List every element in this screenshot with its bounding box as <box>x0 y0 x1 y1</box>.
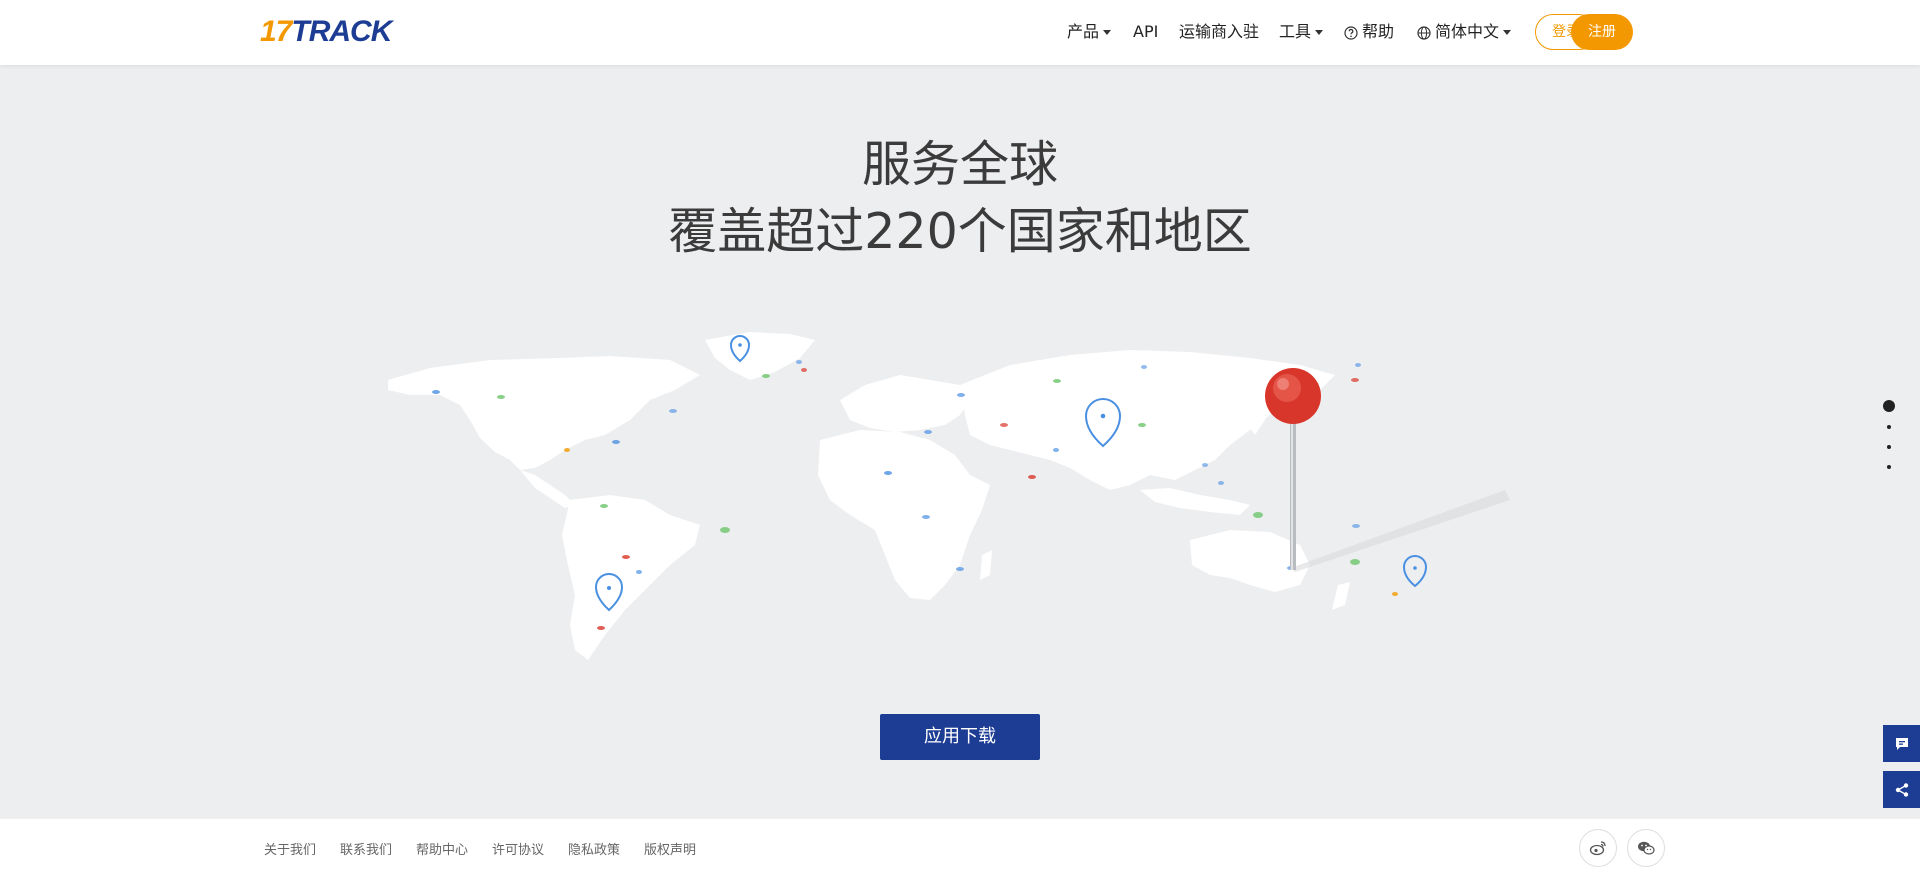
nav-tools[interactable]: 工具 <box>1279 20 1324 44</box>
chat-icon <box>1895 737 1908 750</box>
pagination-dot-3[interactable] <box>1887 445 1891 449</box>
continent-europe <box>840 375 970 432</box>
globe-icon <box>1417 25 1431 40</box>
app-download-button[interactable]: 应用下载 <box>880 714 1040 760</box>
continent-greenland <box>705 332 815 380</box>
footer-link-help-center[interactable]: 帮助中心 <box>416 839 468 858</box>
nav-products[interactable]: 产品 <box>1067 20 1112 44</box>
nav-carrier-join[interactable]: 运输商入驻 <box>1179 20 1259 44</box>
chevron-down-icon <box>1503 30 1512 35</box>
chevron-down-icon <box>1315 30 1324 35</box>
footer-link-license[interactable]: 许可协议 <box>492 839 544 858</box>
nav-help[interactable]: 帮助 <box>1344 20 1394 44</box>
chat-button[interactable] <box>1883 725 1920 762</box>
continent-central-america <box>520 470 575 508</box>
footer-link-copyright[interactable]: 版权声明 <box>644 839 696 858</box>
continent-north-america <box>388 356 700 470</box>
flight-trail <box>1291 490 1510 572</box>
footer: 关于我们 联系我们 帮助中心 许可协议 隐私政策 版权声明 <box>0 819 1920 873</box>
register-button[interactable]: 注册 <box>1571 14 1633 50</box>
weibo-icon <box>1589 841 1606 856</box>
southeast-asia-islands <box>1140 488 1250 515</box>
continent-africa <box>818 430 990 600</box>
wechat-button[interactable] <box>1627 829 1665 867</box>
nav-language[interactable]: 简体中文 <box>1417 20 1512 44</box>
pagination-dot-1[interactable] <box>1883 400 1895 412</box>
help-icon <box>1344 25 1358 40</box>
top-navigation-bar: 17TRACK 产品 API 运输商入驻 工具 帮助 简体中文 登录 注册 <box>0 0 1920 65</box>
weibo-button[interactable] <box>1579 829 1617 867</box>
share-button[interactable] <box>1883 771 1920 808</box>
main-nav: 产品 API 运输商入驻 工具 帮助 简体中文 登录 注册 <box>0 0 1920 65</box>
footer-link-privacy[interactable]: 隐私政策 <box>568 839 620 858</box>
wechat-icon <box>1638 841 1655 855</box>
madagascar <box>980 550 992 580</box>
share-icon <box>1895 782 1908 797</box>
nav-api[interactable]: API <box>1133 20 1158 44</box>
pagination-dot-2[interactable] <box>1887 425 1891 429</box>
hero-title-line-1: 服务全球 <box>861 136 1058 193</box>
hero-title-line-2: 覆盖超过220个国家和地区 <box>668 203 1252 260</box>
pagination-dot-4[interactable] <box>1887 465 1891 469</box>
continent-south-america <box>562 495 700 660</box>
new-zealand <box>1332 582 1350 610</box>
footer-link-contact[interactable]: 联系我们 <box>340 839 392 858</box>
world-map <box>388 332 1510 660</box>
map-pin-icon <box>1402 554 1428 588</box>
footer-link-about[interactable]: 关于我们 <box>264 839 316 858</box>
chevron-down-icon <box>1103 30 1112 35</box>
